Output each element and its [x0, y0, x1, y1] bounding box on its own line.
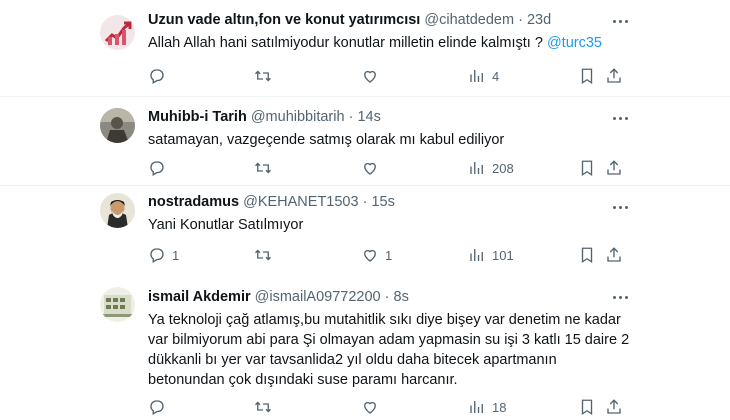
reply-button[interactable] [148, 397, 172, 417]
more-icon[interactable] [612, 198, 630, 216]
author-name[interactable]: ismail Akdemir [148, 289, 251, 305]
reply-icon [150, 248, 164, 263]
timestamp[interactable]: 15s [371, 194, 394, 210]
reply-button[interactable]: 1 [148, 245, 179, 265]
avatar[interactable] [100, 193, 135, 228]
bookmark-icon [581, 247, 593, 264]
views-icon [470, 162, 483, 174]
more-icon[interactable] [612, 12, 630, 30]
tweet-actions: 4 [148, 66, 630, 86]
views-icon [470, 401, 483, 413]
views-count: 208 [492, 160, 514, 176]
reply-button[interactable] [148, 66, 172, 86]
reply-icon [150, 400, 164, 415]
like-count: 1 [385, 247, 393, 263]
bookmark-icon [581, 68, 593, 85]
retweet-button[interactable] [254, 397, 278, 417]
like-icon [364, 249, 376, 262]
tweet-3[interactable]: nostradamus @KEHANET1503 · 15s Yani Konu… [0, 186, 730, 276]
retweet-icon [255, 162, 271, 174]
retweet-icon [255, 249, 271, 261]
like-button[interactable] [361, 397, 385, 417]
like-button[interactable]: 1 [361, 245, 392, 265]
like-button[interactable] [361, 66, 385, 86]
reply-icon [150, 69, 164, 84]
like-icon [364, 70, 376, 83]
share-button[interactable] [605, 66, 623, 86]
separator-dot: · [384, 289, 390, 305]
views-count: 18 [492, 399, 507, 415]
avatar[interactable] [100, 287, 135, 322]
tweet-1[interactable]: Uzun vade altın,fon ve konut yatırımcısı… [0, 0, 730, 97]
tweet-actions: 208 [148, 158, 630, 178]
views-button[interactable]: 18 [468, 397, 506, 417]
views-icon [470, 70, 483, 82]
like-icon [364, 401, 376, 414]
author-name[interactable]: Muhibb-i Tarih [148, 109, 247, 125]
tweet-4[interactable]: ismail Akdemir @ismailA09772200 · 8s Ya … [0, 276, 730, 420]
more-icon[interactable] [612, 109, 630, 127]
views-count: 4 [492, 68, 500, 84]
author-name[interactable]: Uzun vade altın,fon ve konut yatırımcısı [148, 12, 420, 28]
tweet-actions: 18 [148, 397, 630, 417]
tweet-text: Ya teknoloji çağ atlamış,bu mutahitlik s… [148, 312, 630, 388]
timestamp[interactable]: 8s [394, 289, 409, 305]
reply-count: 1 [172, 247, 180, 263]
like-button[interactable] [361, 158, 385, 178]
views-button[interactable]: 208 [468, 158, 514, 178]
avatar[interactable] [100, 15, 135, 50]
timestamp[interactable]: 14s [357, 109, 380, 125]
author-handle[interactable]: @cihatdedem [424, 12, 514, 28]
tweet-text-body: Allah Allah hani satılmiyodur konutlar m… [148, 35, 547, 51]
retweet-icon [255, 401, 271, 413]
views-button[interactable]: 101 [468, 245, 514, 265]
share-icon [607, 68, 621, 83]
author-handle[interactable]: @ismailA09772200 [255, 289, 381, 305]
bookmark-icon [581, 160, 593, 177]
share-button[interactable] [605, 158, 623, 178]
views-button[interactable]: 4 [468, 66, 499, 86]
views-icon [470, 249, 483, 261]
timestamp[interactable]: 23d [527, 12, 551, 28]
views-count: 101 [492, 247, 514, 263]
retweet-button[interactable] [254, 245, 278, 265]
mention-link[interactable]: @turc35 [547, 35, 602, 51]
share-icon [607, 247, 621, 262]
tweet-text: Allah Allah hani satılmiyodur konutlar m… [148, 33, 630, 53]
share-button[interactable] [605, 397, 623, 417]
retweet-button[interactable] [254, 158, 278, 178]
author-name[interactable]: nostradamus [148, 194, 239, 210]
separator-dot: · [348, 109, 354, 125]
bookmark-button[interactable] [578, 158, 596, 178]
retweet-icon [255, 70, 271, 82]
share-button[interactable] [605, 245, 623, 265]
bookmark-button[interactable] [578, 397, 596, 417]
more-icon[interactable] [612, 288, 630, 306]
separator-dot: · [362, 194, 368, 210]
reply-button[interactable] [148, 158, 172, 178]
like-icon [364, 162, 376, 175]
tweet-text: satamayan, vazgeçende satmış olarak mı k… [148, 132, 505, 148]
author-handle[interactable]: @KEHANET1503 [243, 194, 358, 210]
reply-icon [150, 161, 164, 176]
separator-dot: · [518, 12, 523, 28]
bookmark-button[interactable] [578, 66, 596, 86]
tweet-2[interactable]: Muhibb-i Tarih @muhibbitarih · 14s satam… [0, 97, 730, 186]
share-icon [607, 160, 621, 175]
author-handle[interactable]: @muhibbitarih [251, 109, 345, 125]
avatar[interactable] [100, 108, 135, 143]
bookmark-button[interactable] [578, 245, 596, 265]
bookmark-icon [581, 399, 593, 416]
tweet-actions: 1 1 101 [148, 245, 630, 265]
share-icon [607, 399, 621, 414]
retweet-button[interactable] [254, 66, 278, 86]
tweet-text: Yani Konutlar Satılmıyor [148, 217, 304, 233]
